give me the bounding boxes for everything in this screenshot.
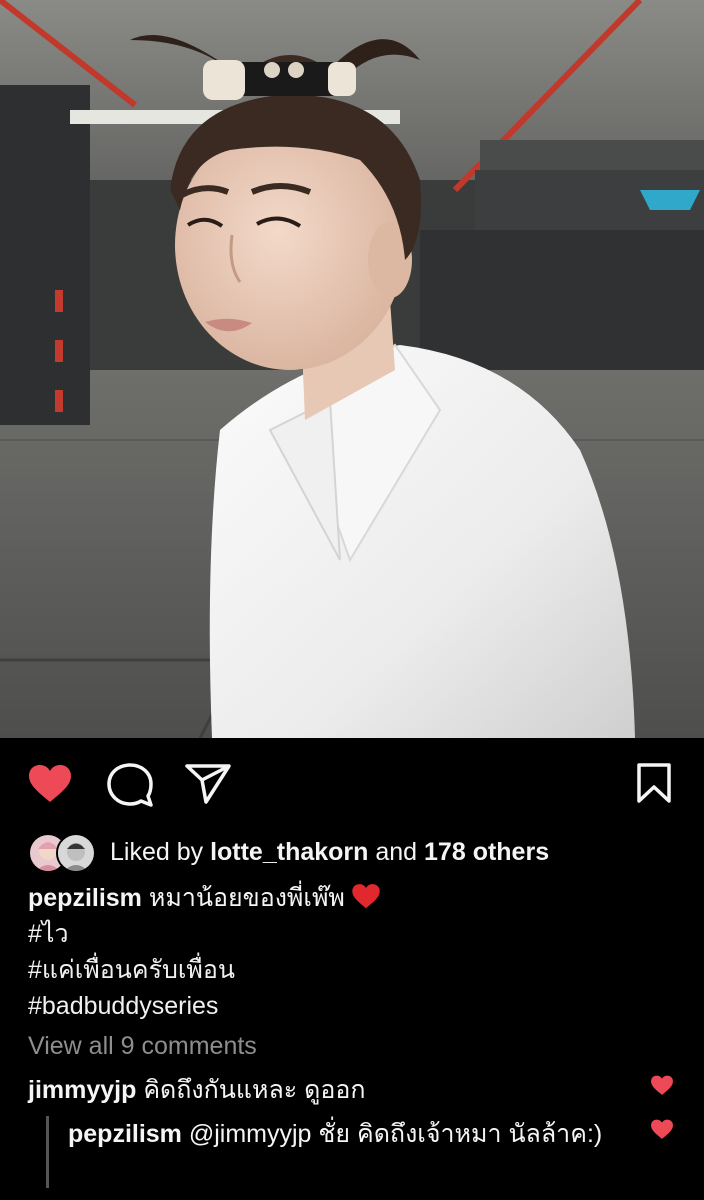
heart-filled-icon[interactable] (27, 764, 73, 804)
likes-prefix: Liked by (110, 837, 211, 866)
hashtag[interactable]: #badbuddyseries (28, 988, 668, 1024)
comment-username[interactable]: jimmyyjp (28, 1076, 136, 1104)
comment-text: คิดถึงกันแหละ ดูออก (136, 1076, 366, 1104)
reply-comment: pepzilism @jimmyyjp ชั่ย คิดถึงเจ้าหมา น… (68, 1116, 628, 1152)
action-bar (0, 738, 704, 828)
hashtag[interactable]: #ไว (28, 916, 668, 952)
likes-summary[interactable]: Liked by lotte_thakorn and 178 others (28, 830, 549, 874)
liker-avatars (28, 833, 98, 873)
reply-thread-line (46, 1116, 49, 1188)
hashtag[interactable]: #แค่เพื่อนครับเพื่อน (28, 952, 668, 988)
comment-item: jimmyyjp คิดถึงกันแหละ ดูออก (28, 1070, 366, 1110)
reply-like-heart-icon[interactable] (650, 1119, 674, 1140)
bookmark-icon[interactable] (636, 762, 672, 804)
heart-emoji-icon (352, 884, 380, 909)
post-photo-illustration (0, 0, 704, 738)
view-all-comments-link[interactable]: View all 9 comments (28, 1032, 257, 1061)
likes-count[interactable]: 178 others (424, 838, 549, 866)
liker-username[interactable]: lotte_thakorn (210, 838, 368, 866)
comment-like-heart-icon[interactable] (650, 1075, 674, 1096)
caption-username[interactable]: pepzilism (28, 884, 142, 912)
likes-conjunction: and (368, 837, 425, 866)
likes-text: Liked by lotte_thakorn and 178 others (110, 838, 549, 867)
reply-username[interactable]: pepzilism (68, 1120, 182, 1148)
post-caption: pepzilism หมาน้อยของพี่เพ๊พ #ไว #แค่เพื่… (28, 880, 668, 1024)
caption-first-line: pepzilism หมาน้อยของพี่เพ๊พ (28, 880, 668, 916)
post-photo[interactable] (0, 0, 704, 738)
avatar (56, 833, 96, 873)
paper-plane-icon[interactable] (184, 762, 232, 804)
speech-bubble-icon[interactable] (106, 762, 154, 808)
reply-text: @jimmyyjp ชั่ย คิดถึงเจ้าหมา นัลล้าค:) (181, 1120, 603, 1148)
caption-text: หมาน้อยของพี่เพ๊พ (141, 884, 345, 912)
